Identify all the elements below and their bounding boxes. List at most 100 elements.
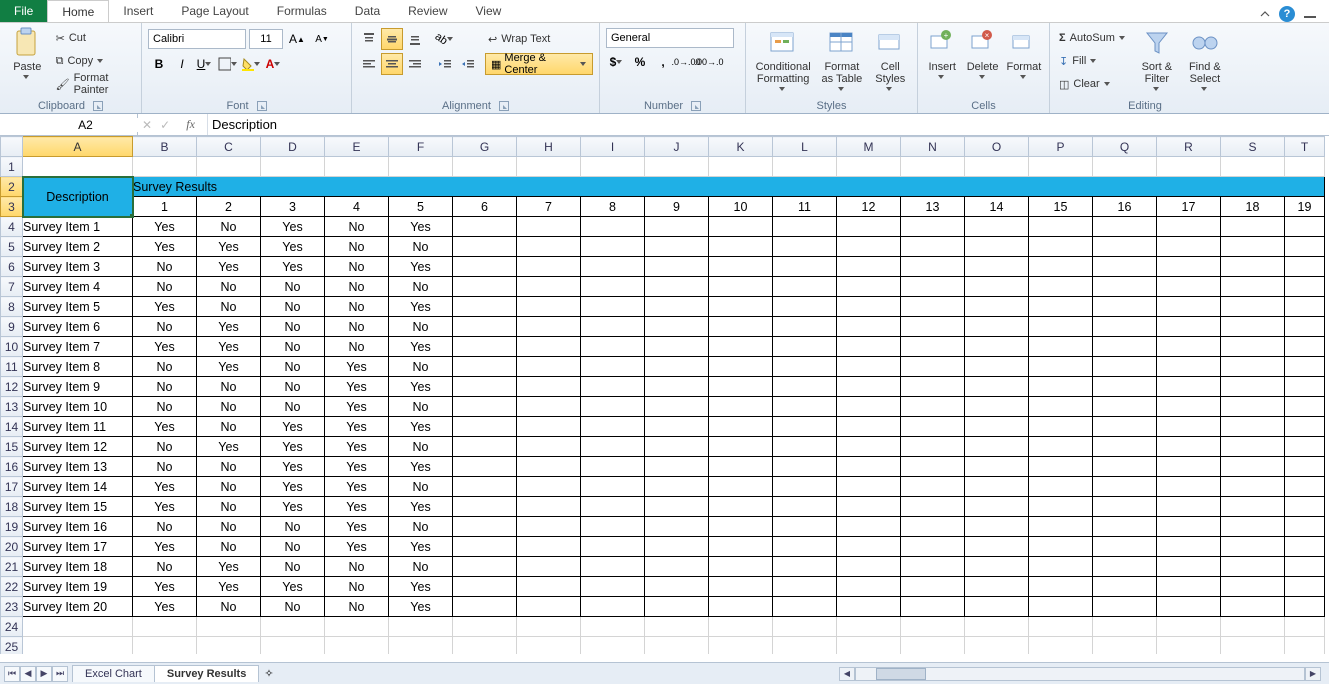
cell[interactable] bbox=[645, 397, 709, 417]
cell[interactable]: No bbox=[325, 337, 389, 357]
cell[interactable] bbox=[901, 277, 965, 297]
cell[interactable] bbox=[453, 617, 517, 637]
cell[interactable] bbox=[645, 297, 709, 317]
cell[interactable]: No bbox=[261, 517, 325, 537]
cell[interactable] bbox=[1029, 577, 1093, 597]
cell[interactable] bbox=[453, 537, 517, 557]
survey-item-label[interactable]: Survey Item 5 bbox=[23, 297, 133, 317]
cell[interactable] bbox=[901, 217, 965, 237]
cell[interactable] bbox=[837, 617, 901, 637]
cell[interactable]: Yes bbox=[325, 537, 389, 557]
row-header-18[interactable]: 18 bbox=[1, 497, 23, 517]
cell[interactable] bbox=[261, 617, 325, 637]
cell[interactable] bbox=[581, 217, 645, 237]
cell[interactable]: Yes bbox=[389, 537, 453, 557]
cell[interactable] bbox=[1157, 617, 1221, 637]
cell[interactable] bbox=[965, 437, 1029, 457]
cell[interactable] bbox=[1221, 337, 1285, 357]
cell[interactable] bbox=[837, 437, 901, 457]
cell[interactable]: Yes bbox=[325, 457, 389, 477]
row-header-8[interactable]: 8 bbox=[1, 297, 23, 317]
cell[interactable] bbox=[1029, 157, 1093, 177]
cell[interactable] bbox=[453, 257, 517, 277]
cell[interactable] bbox=[773, 397, 837, 417]
cell[interactable] bbox=[1221, 377, 1285, 397]
cell[interactable] bbox=[773, 217, 837, 237]
cell[interactable] bbox=[1157, 277, 1221, 297]
survey-col-13[interactable]: 13 bbox=[901, 197, 965, 217]
cell[interactable] bbox=[1221, 577, 1285, 597]
cell[interactable]: Yes bbox=[389, 597, 453, 617]
wrap-text-button[interactable]: ↩Wrap Text bbox=[485, 28, 593, 50]
cell[interactable] bbox=[965, 237, 1029, 257]
col-header-F[interactable]: F bbox=[389, 137, 453, 157]
cell[interactable] bbox=[773, 497, 837, 517]
cell[interactable] bbox=[581, 537, 645, 557]
cell[interactable] bbox=[1029, 437, 1093, 457]
cell[interactable] bbox=[1029, 257, 1093, 277]
cell[interactable] bbox=[901, 297, 965, 317]
cell[interactable]: No bbox=[389, 357, 453, 377]
cell[interactable] bbox=[645, 437, 709, 457]
cell[interactable] bbox=[1285, 437, 1325, 457]
cell[interactable] bbox=[773, 337, 837, 357]
cell[interactable] bbox=[1029, 597, 1093, 617]
cell[interactable] bbox=[965, 397, 1029, 417]
cell[interactable] bbox=[581, 637, 645, 655]
survey-col-16[interactable]: 16 bbox=[1093, 197, 1157, 217]
cell[interactable] bbox=[581, 557, 645, 577]
cell[interactable] bbox=[1221, 557, 1285, 577]
sheet-tab-survey-results[interactable]: Survey Results bbox=[154, 665, 259, 682]
cell[interactable]: Yes bbox=[133, 537, 197, 557]
cell[interactable] bbox=[709, 297, 773, 317]
cell[interactable] bbox=[901, 257, 965, 277]
cell[interactable] bbox=[1093, 297, 1157, 317]
sheet-nav-next[interactable]: ▶ bbox=[36, 666, 52, 682]
cell[interactable] bbox=[325, 617, 389, 637]
cell[interactable] bbox=[1093, 537, 1157, 557]
cell[interactable] bbox=[1029, 637, 1093, 655]
cell[interactable] bbox=[1221, 537, 1285, 557]
cell[interactable] bbox=[965, 217, 1029, 237]
cell[interactable] bbox=[773, 577, 837, 597]
row-header-19[interactable]: 19 bbox=[1, 517, 23, 537]
cell[interactable] bbox=[965, 257, 1029, 277]
cell[interactable] bbox=[1157, 357, 1221, 377]
cell[interactable] bbox=[1157, 257, 1221, 277]
cell[interactable] bbox=[837, 457, 901, 477]
cell[interactable]: Yes bbox=[261, 237, 325, 257]
clear-button[interactable]: ◫Clear bbox=[1056, 73, 1130, 95]
survey-col-9[interactable]: 9 bbox=[645, 197, 709, 217]
col-header-T[interactable]: T bbox=[1285, 137, 1325, 157]
cell[interactable]: Yes bbox=[389, 297, 453, 317]
cell[interactable] bbox=[453, 497, 517, 517]
cell[interactable] bbox=[709, 217, 773, 237]
cell[interactable]: No bbox=[197, 397, 261, 417]
survey-item-label[interactable]: Survey Item 1 bbox=[23, 217, 133, 237]
cell[interactable] bbox=[517, 557, 581, 577]
cell[interactable] bbox=[581, 357, 645, 377]
cell[interactable]: No bbox=[389, 317, 453, 337]
cell[interactable] bbox=[965, 577, 1029, 597]
cell[interactable] bbox=[1285, 517, 1325, 537]
cell[interactable] bbox=[1093, 157, 1157, 177]
cell[interactable] bbox=[517, 377, 581, 397]
col-header-L[interactable]: L bbox=[773, 137, 837, 157]
cell[interactable] bbox=[581, 237, 645, 257]
cell[interactable]: Yes bbox=[389, 337, 453, 357]
cancel-formula-icon[interactable]: ✕ bbox=[142, 118, 152, 132]
cell[interactable]: No bbox=[197, 597, 261, 617]
cell[interactable] bbox=[901, 597, 965, 617]
cell[interactable] bbox=[1157, 477, 1221, 497]
cell[interactable] bbox=[965, 497, 1029, 517]
cell[interactable] bbox=[581, 157, 645, 177]
align-middle-button[interactable] bbox=[381, 28, 403, 50]
cell[interactable]: No bbox=[197, 457, 261, 477]
cell[interactable]: Yes bbox=[197, 337, 261, 357]
survey-col-2[interactable]: 2 bbox=[197, 197, 261, 217]
cell[interactable]: Yes bbox=[197, 437, 261, 457]
cell[interactable] bbox=[837, 357, 901, 377]
survey-col-19[interactable]: 19 bbox=[1285, 197, 1325, 217]
cell[interactable] bbox=[837, 477, 901, 497]
number-format-select[interactable] bbox=[606, 28, 734, 48]
